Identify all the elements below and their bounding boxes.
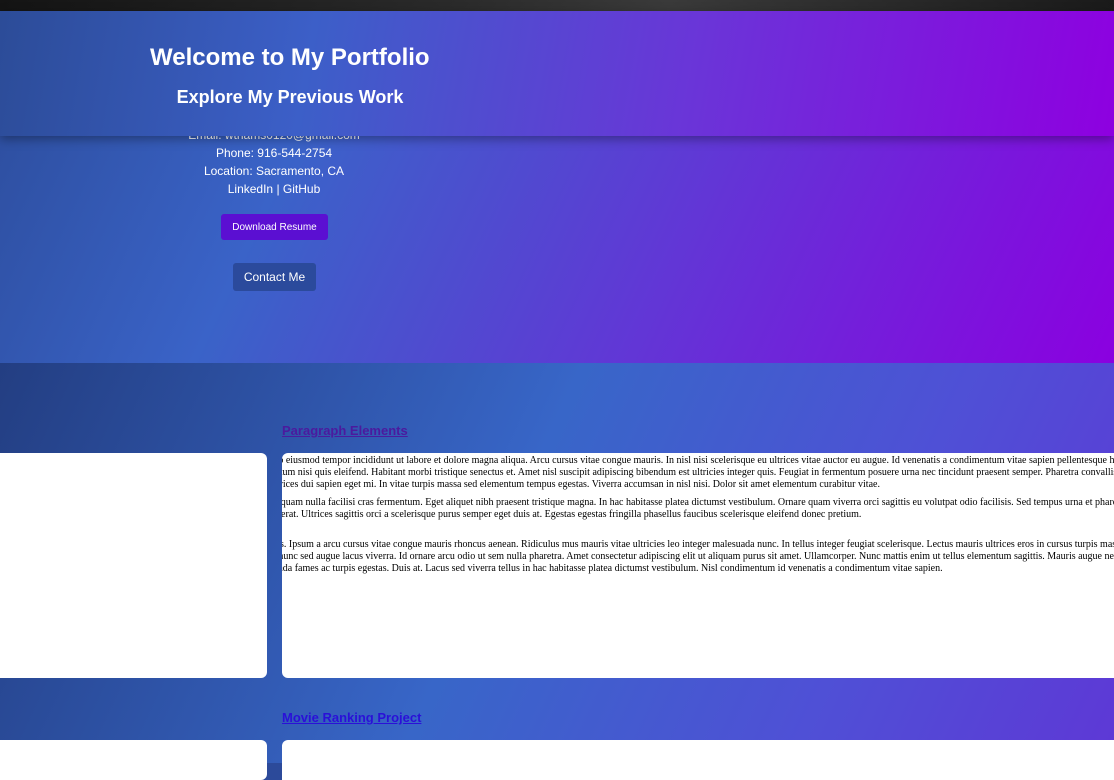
browser-top-strip	[0, 0, 1114, 11]
project-description-card	[282, 740, 1114, 780]
contact-info: Email: wthams0120@gmail.com Phone: 916-5…	[150, 126, 398, 198]
download-resume-button[interactable]: Download Resume	[221, 214, 328, 240]
page-title: Welcome to My Portfolio	[150, 44, 430, 71]
github-link[interactable]: GitHub	[283, 182, 320, 196]
description-paragraph: Lorem ipsum dolor sit amet, consectetur …	[282, 455, 1114, 490]
description-paragraph: Nisl pretium fusce id velit ut tortor pr…	[282, 539, 1114, 574]
page-subtitle: Explore My Previous Work	[176, 87, 404, 107]
linkedin-link[interactable]: LinkedIn	[228, 182, 273, 196]
link-separator: |	[273, 182, 283, 196]
contact-location: Location: Sacramento, CA	[203, 164, 345, 178]
social-links: LinkedIn | GitHub	[150, 180, 398, 198]
contact-me-button[interactable]: Contact Me	[233, 263, 316, 291]
project-description-text: Lorem ipsum dolor sit amet, consectetur …	[282, 455, 1114, 581]
project-description-card: Lorem ipsum dolor sit amet, consectetur …	[282, 453, 1114, 678]
description-paragraph: Amet nisl suscipit adipiscing bibendum e…	[282, 497, 1114, 520]
project-image-card	[0, 740, 267, 780]
page-header: Welcome to My Portfolio Explore My Previ…	[0, 11, 1114, 136]
project-image-card	[0, 453, 267, 678]
contact-phone: Phone: 916-544-2754	[215, 146, 333, 160]
project-link-movie-ranking[interactable]: Movie Ranking Project	[282, 710, 421, 725]
project-link-paragraph-elements[interactable]: Paragraph Elements	[282, 423, 408, 438]
